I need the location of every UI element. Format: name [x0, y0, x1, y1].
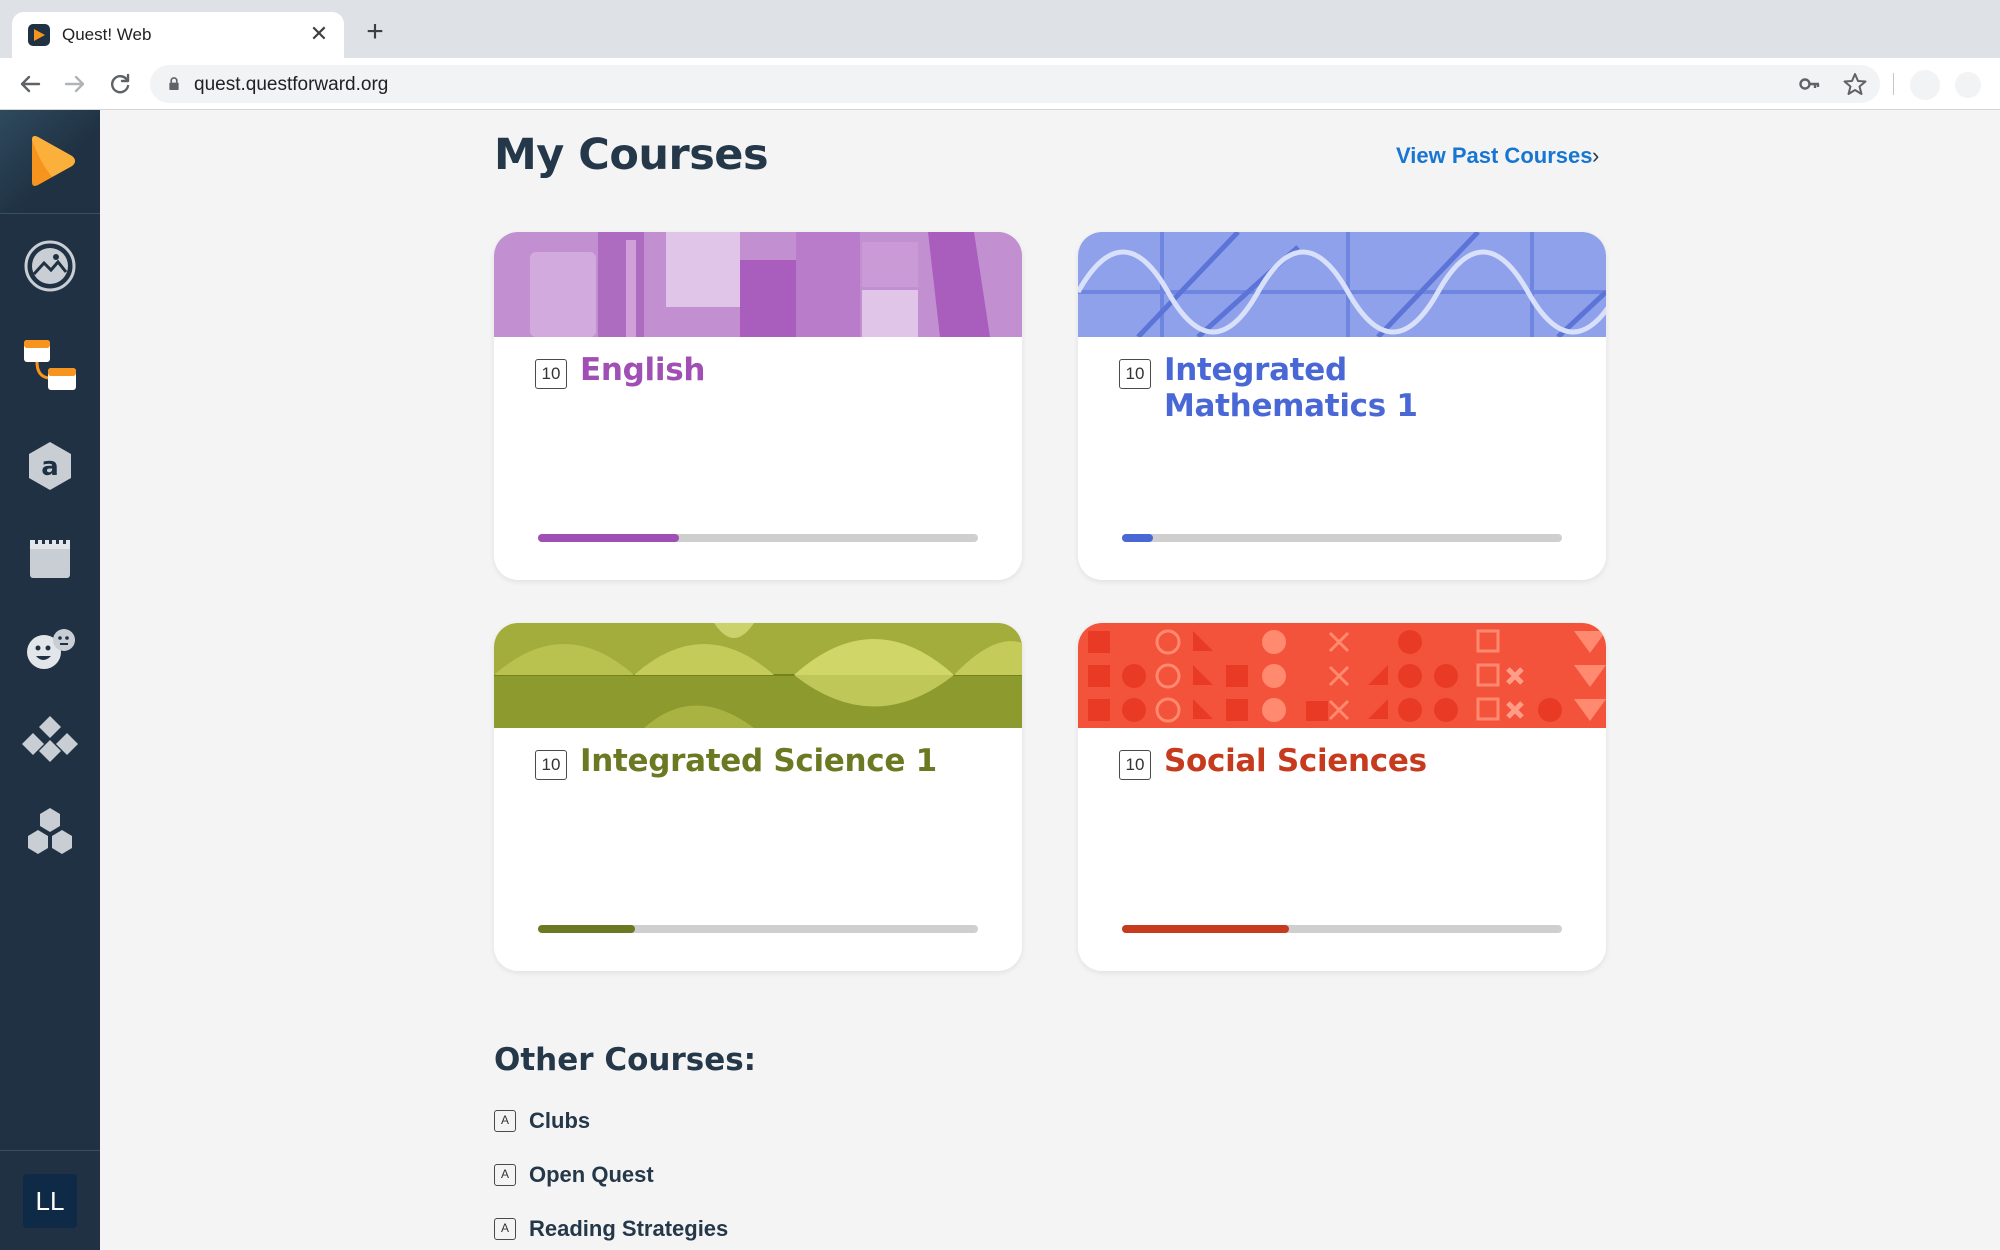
- sidebar-item-assessments[interactable]: a: [20, 436, 80, 496]
- course-card-science[interactable]: 10 Integrated Science 1: [494, 623, 1022, 971]
- key-icon[interactable]: [1797, 71, 1823, 97]
- app-sidebar: a LL: [0, 110, 100, 1250]
- close-tab-icon[interactable]: ✕: [306, 21, 332, 47]
- reload-button[interactable]: [105, 69, 135, 99]
- sidebar-divider: [0, 1150, 100, 1151]
- calendar-icon: [30, 536, 70, 578]
- lock-icon: [169, 77, 179, 90]
- science-banner: [494, 623, 1022, 728]
- browser-toolbar: quest.questforward.org: [0, 58, 2000, 110]
- social-sciences-banner: [1078, 623, 1606, 728]
- progress-fill: [1122, 534, 1153, 542]
- quest-logo[interactable]: [0, 110, 100, 214]
- course-title[interactable]: Integrated Science 1: [580, 743, 980, 779]
- course-title[interactable]: English: [580, 352, 980, 388]
- extension-icon[interactable]: [1910, 70, 1940, 100]
- user-avatar[interactable]: LL: [23, 1174, 77, 1228]
- other-course-label[interactable]: Clubs: [529, 1108, 590, 1134]
- course-badge: A: [494, 1218, 516, 1240]
- svg-text:a: a: [41, 452, 59, 482]
- address-bar[interactable]: quest.questforward.org: [150, 65, 1880, 103]
- browser-tab-bar: Quest! Web ✕ +: [0, 0, 2000, 58]
- english-banner: [494, 232, 1022, 337]
- course-title[interactable]: Integrated Mathematics 1: [1164, 352, 1564, 424]
- courses-icon: [24, 340, 76, 390]
- chevron-right-icon[interactable]: ›: [1592, 143, 1599, 169]
- course-badge: A: [494, 1110, 516, 1132]
- course-badge: A: [494, 1164, 516, 1186]
- back-button[interactable]: [15, 69, 45, 99]
- course-card-english[interactable]: 10 English: [494, 232, 1022, 580]
- url-text: quest.questforward.org: [194, 74, 389, 95]
- quest-favicon-icon: [28, 24, 50, 46]
- progress-fill: [538, 534, 679, 542]
- arrow-left-icon: [20, 75, 41, 93]
- sidebar-item-courses[interactable]: [20, 336, 80, 396]
- course-title[interactable]: Social Sciences: [1164, 743, 1564, 779]
- progress-fill: [1122, 925, 1290, 933]
- reload-icon: [111, 73, 130, 94]
- grade-badge: 10: [1119, 359, 1151, 389]
- sidebar-item-tools[interactable]: [20, 708, 80, 768]
- other-course-label[interactable]: Open Quest: [529, 1162, 654, 1188]
- mathematics-banner: [1078, 232, 1606, 337]
- quest-logo-icon: [32, 136, 75, 186]
- course-card-social-sciences[interactable]: 10 Social Sciences: [1078, 623, 1606, 971]
- progress-bar: [538, 534, 978, 542]
- progress-bar: [1122, 534, 1562, 542]
- browser-tab[interactable]: Quest! Web ✕: [12, 12, 344, 58]
- forward-button[interactable]: [60, 69, 90, 99]
- other-courses-heading: Other Courses:: [494, 1042, 757, 1078]
- hexagons-icon: [28, 808, 72, 854]
- tab-title: Quest! Web: [62, 25, 152, 44]
- progress-bar: [538, 925, 978, 933]
- grade-badge: 10: [535, 359, 567, 389]
- progress-fill: [538, 925, 635, 933]
- sidebar-item-resources[interactable]: [20, 804, 80, 864]
- diamonds-icon: [22, 716, 78, 762]
- sidebar-item-dashboard[interactable]: [20, 236, 80, 296]
- arrow-right-icon: [64, 75, 85, 93]
- bookmark-star-icon[interactable]: [1842, 71, 1868, 97]
- gallery-icon: [24, 240, 76, 292]
- toolbar-divider: [1893, 73, 1894, 95]
- course-card-mathematics[interactable]: 10 Integrated Mathematics 1: [1078, 232, 1606, 580]
- new-tab-button[interactable]: +: [360, 17, 390, 47]
- faces-icon: [27, 629, 75, 669]
- hexagon-a-icon: a: [29, 442, 71, 490]
- view-past-courses-link[interactable]: View Past Courses: [1396, 143, 1592, 169]
- grade-badge: 10: [1119, 750, 1151, 780]
- sidebar-item-community[interactable]: [20, 618, 80, 678]
- sidebar-item-calendar[interactable]: [20, 528, 80, 588]
- grade-badge: 10: [535, 750, 567, 780]
- progress-bar: [1122, 925, 1562, 933]
- other-course-label[interactable]: Reading Strategies: [529, 1216, 728, 1242]
- page-title: My Courses: [494, 130, 769, 180]
- profile-icon[interactable]: [1955, 72, 1981, 98]
